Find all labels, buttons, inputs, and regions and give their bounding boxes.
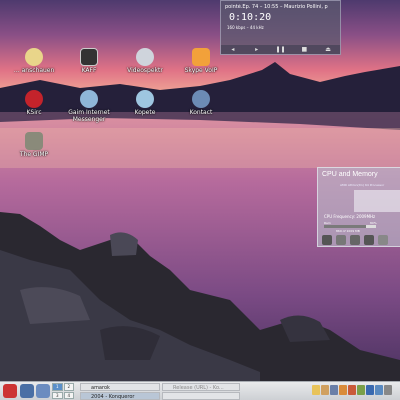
pause-button[interactable]: ❚❚	[273, 46, 287, 53]
pager-desktop-1[interactable]: 1	[52, 383, 63, 391]
stop-button[interactable]: ■	[297, 46, 311, 53]
now-playing-text: pointé.Ep. 74 – 10:55 – Maurizio Pollini…	[225, 4, 328, 10]
download-icon[interactable]	[366, 385, 374, 395]
home-icon[interactable]	[20, 384, 34, 398]
widget-icon-row	[322, 235, 388, 245]
eject-button[interactable]: ⏏	[321, 46, 335, 53]
taskbar-task[interactable]	[162, 392, 240, 400]
gimp-icon	[25, 132, 43, 150]
desktop-icon-label: Kopete	[134, 109, 156, 116]
desktop-icon-videospektr[interactable]: Videospektr	[113, 48, 177, 74]
bitrate-text: 160 kbps – 44 kHz	[227, 25, 264, 30]
processor-name: AMD Athlon(tm) 64 Processor	[340, 183, 385, 187]
desktop-icon-gaim[interactable]: Gaim Internet Messenger	[57, 90, 121, 123]
taskbar-task[interactable]: 2004 - Konqueror	[80, 392, 160, 400]
chat-icon[interactable]	[375, 385, 383, 395]
play-button[interactable]: ▸	[250, 46, 264, 53]
desktop-icon-gimp[interactable]: The GIMP	[2, 132, 66, 158]
pager-desktop-2[interactable]: 2	[63, 383, 74, 391]
terminal-icon	[80, 48, 98, 66]
taskbar: 1 2 3 4 amarok Release (URL) - Ko... 200…	[0, 381, 400, 400]
chart-icon[interactable]	[336, 235, 346, 245]
film-icon	[25, 48, 43, 66]
playback-time: 0:10:20	[229, 12, 272, 23]
kontact-icon	[192, 90, 210, 108]
desktop-icon-kontact[interactable]: Kontact	[169, 90, 233, 116]
network-icon[interactable]	[339, 385, 347, 395]
desktop-icon-kaff[interactable]: KAFF	[57, 48, 121, 74]
clock-icon[interactable]	[384, 385, 392, 395]
cpu-frequency: CPU Frequency: 2009MHz	[324, 214, 376, 219]
notes-icon[interactable]	[312, 385, 320, 395]
battery-icon[interactable]	[357, 385, 365, 395]
taskbar-task[interactable]: Release (URL) - Ko...	[162, 383, 240, 391]
gaim-icon	[80, 90, 98, 108]
ram-bar	[324, 225, 376, 228]
pager-desktop-4[interactable]: 4	[63, 391, 74, 399]
disk-icon[interactable]	[378, 235, 388, 245]
kde-menu-icon[interactable]	[3, 384, 17, 398]
monitor-icon[interactable]	[364, 235, 374, 245]
desktop-icon-label: Videospektr	[127, 67, 163, 74]
system-tray	[312, 385, 392, 395]
ram-bar-fill	[324, 225, 366, 228]
desktop-icon-label: Kontact	[189, 109, 213, 116]
audio-player-widget[interactable]: pointé.Ep. 74 – 10:55 – Maurizio Pollini…	[220, 0, 341, 55]
skype-icon	[192, 48, 210, 66]
desktop-icon-label: Skype VoIP	[184, 67, 218, 74]
printer-icon[interactable]	[350, 235, 360, 245]
monitor-icon[interactable]	[322, 235, 332, 245]
kopete-icon	[136, 90, 154, 108]
desktop-icon-label: Gaim Internet Messenger	[68, 109, 110, 123]
player-controls: ◂ ▸ ❚❚ ■ ⏏	[221, 45, 340, 54]
update-icon[interactable]	[348, 385, 356, 395]
desktop-icon-label: KAFF	[81, 67, 97, 74]
clipboard-icon[interactable]	[321, 385, 329, 395]
pager-desktop-3[interactable]: 3	[52, 391, 63, 399]
browser-icon[interactable]	[36, 384, 50, 398]
previous-button[interactable]: ◂	[226, 46, 240, 53]
taskbar-task[interactable]: amarok	[80, 383, 160, 391]
speaker-icon[interactable]	[330, 385, 338, 395]
ram-used: 869 of 1009 MB	[336, 229, 360, 233]
cpu-memory-widget[interactable]: CPU and Memory AMD Athlon(tm) 64 Process…	[317, 167, 400, 247]
desktop-icon-kopete[interactable]: Kopete	[113, 90, 177, 116]
widget-title: CPU and Memory	[322, 171, 378, 178]
desktop-icon-label: The GIMP	[19, 151, 49, 158]
cpu-graph	[354, 190, 400, 212]
desktop-pager: 1 2 3 4	[52, 383, 74, 399]
ksirc-icon	[25, 90, 43, 108]
webcam-icon	[136, 48, 154, 66]
